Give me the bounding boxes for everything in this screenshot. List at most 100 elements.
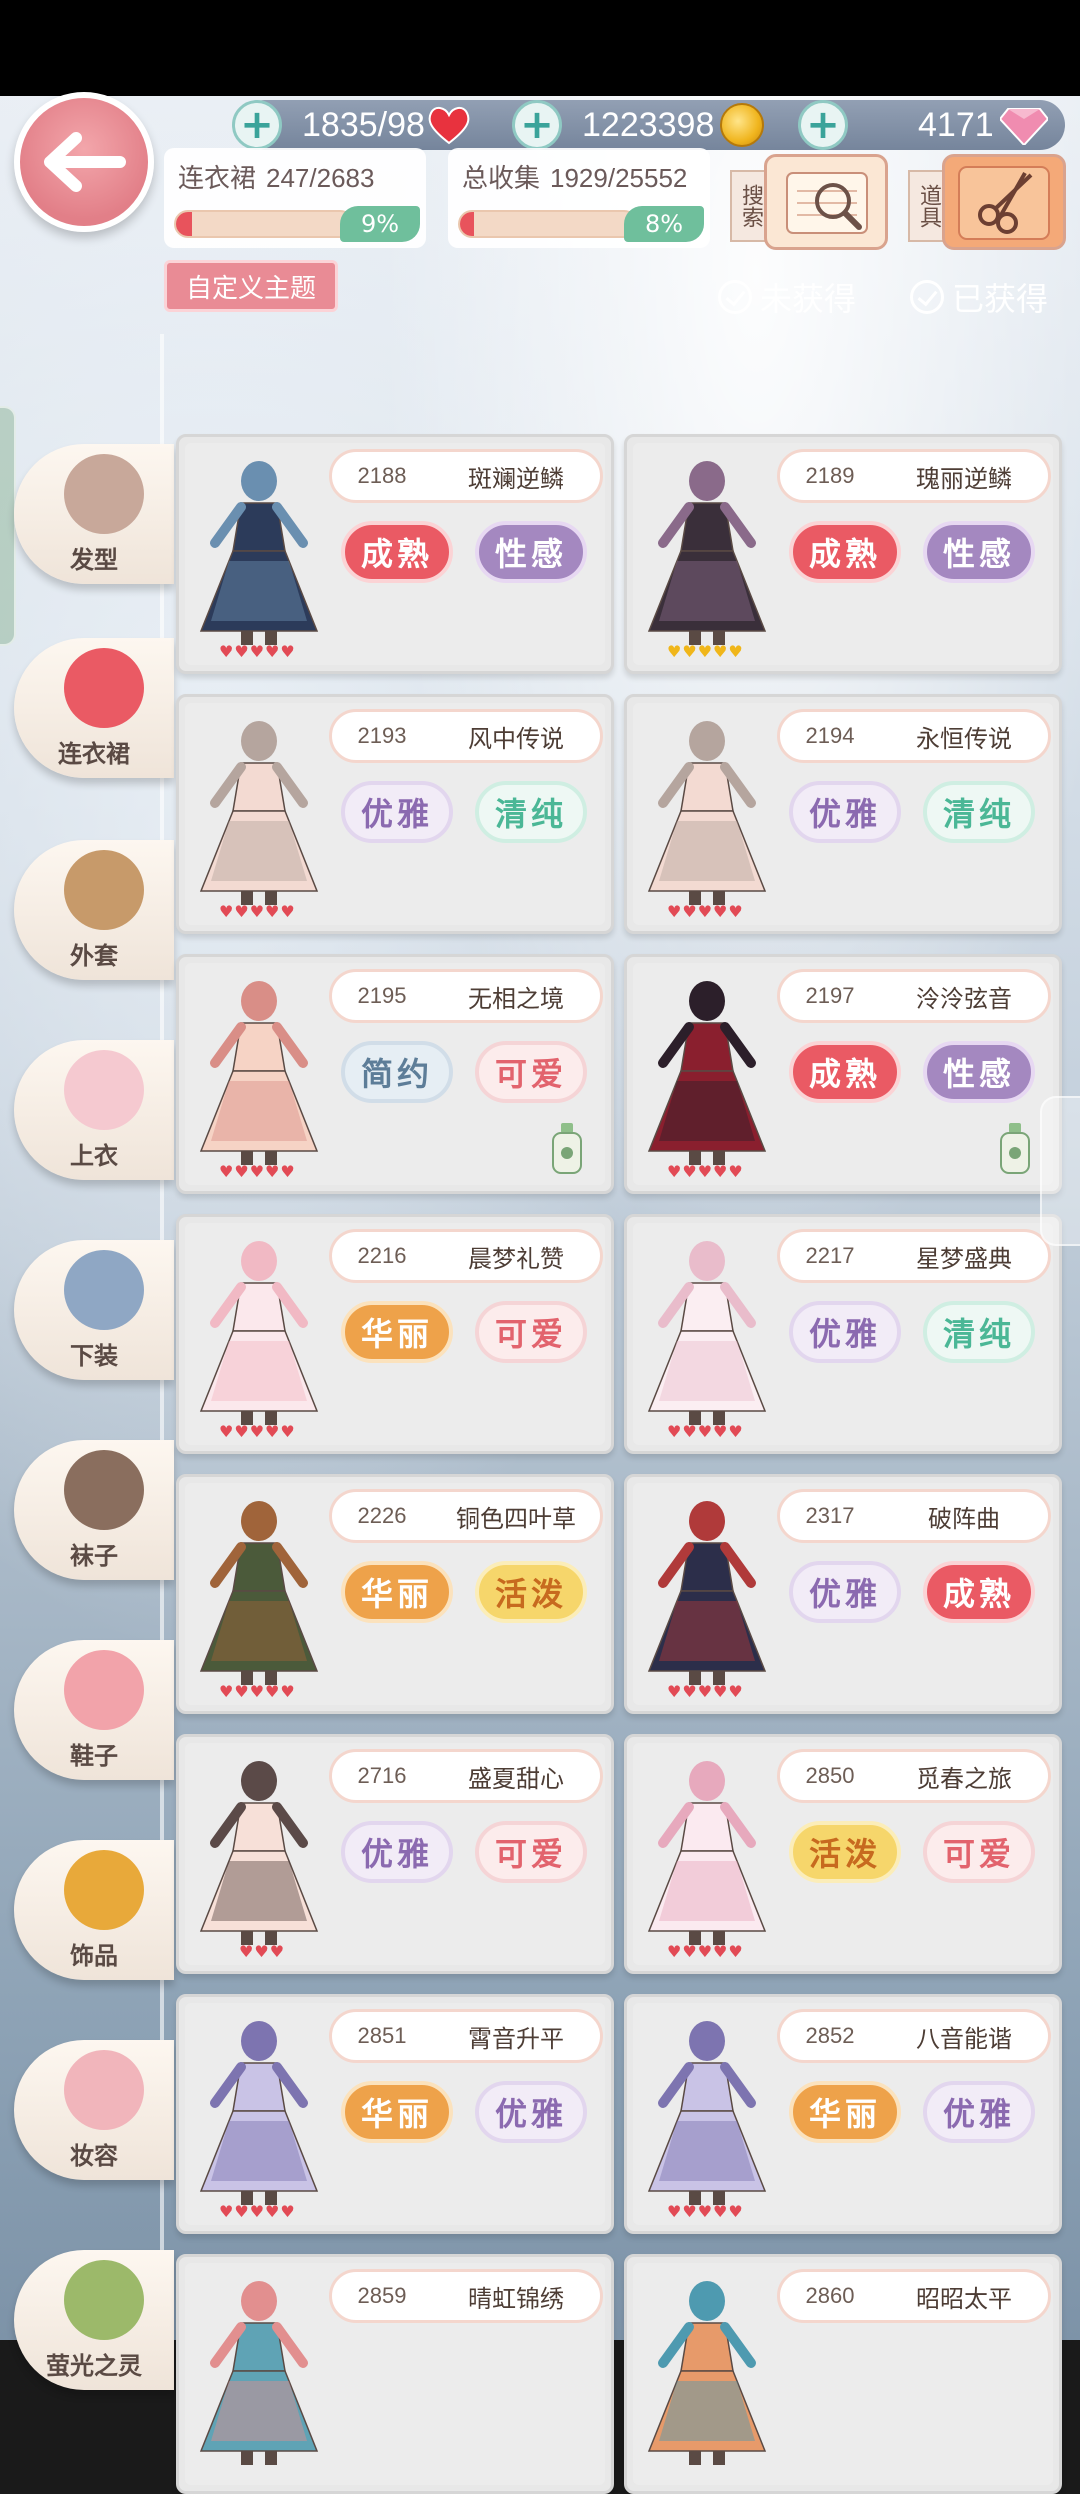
rarity-heart-icon: ♥ xyxy=(667,1682,683,1701)
rarity-heart-icon: ♥ xyxy=(249,1162,266,1181)
outfit-name: 铜色四叶草 xyxy=(456,1504,576,1533)
outfit-id: 2195 xyxy=(357,983,407,1008)
outfit-image xyxy=(199,2281,319,2465)
total-stat-value: 1929/25552 xyxy=(550,163,688,193)
card-title-bar: 2851 霄音升平 xyxy=(329,2009,603,2063)
outfit-card[interactable]: 2860 昭昭太平 xyxy=(624,2254,1062,2494)
category-tab-6[interactable]: 鞋子 xyxy=(14,1640,174,1780)
category-tab-5[interactable]: 袜子 xyxy=(14,1440,174,1580)
category-label: 妆容 xyxy=(70,2142,118,2170)
outfit-card[interactable]: 2217 星梦盛典 优雅 清纯 ♥♥♥♥♥ xyxy=(624,1214,1062,1454)
outfit-card[interactable]: 2852 八音能谐 华丽 优雅 ♥♥♥♥♥ xyxy=(624,1994,1062,2234)
outfit-card[interactable]: 2216 晨梦礼赞 华丽 可爱 ♥♥♥♥♥ xyxy=(176,1214,614,1454)
outfit-image xyxy=(199,2021,319,2205)
rarity-heart-icon: ♥ xyxy=(280,2202,296,2221)
add-stamina-button[interactable]: + xyxy=(232,100,282,150)
rarity-heart-icon: ♥ xyxy=(219,2202,235,2221)
rarity-heart-icon: ♥ xyxy=(249,2202,266,2221)
rarity-heart-icon: ♥ xyxy=(728,1682,744,1701)
style-tag: 成熟 xyxy=(789,521,901,583)
rarity-heart-icon: ♥ xyxy=(265,902,281,921)
category-tab-4[interactable]: 下装 xyxy=(14,1240,174,1380)
search-button[interactable]: 搜索 xyxy=(730,150,890,250)
rarity-hearts: ♥♥♥♥♥ xyxy=(667,1682,744,1701)
category-tab-9[interactable]: 萤光之灵 xyxy=(14,2250,174,2390)
outfit-card[interactable]: 2851 霄音升平 华丽 优雅 ♥♥♥♥♥ xyxy=(176,1994,614,2234)
style-tag: 优雅 xyxy=(789,1561,901,1623)
category-tab-7[interactable]: 饰品 xyxy=(14,1840,174,1980)
rarity-hearts: ♥♥♥♥♥ xyxy=(667,642,744,661)
filter-not-obtained-label: 未获得 xyxy=(760,280,857,318)
category-tab-0[interactable]: 发型 xyxy=(14,444,174,584)
card-title-bar: 2193 风中传说 xyxy=(329,709,603,763)
rarity-heart-icon: ♥ xyxy=(219,902,235,921)
scissors-icon xyxy=(958,166,1050,240)
rarity-heart-icon: ♥ xyxy=(280,1162,296,1181)
rarity-heart-icon: ♥ xyxy=(713,1942,729,1961)
rarity-heart-icon: ♥ xyxy=(697,1942,714,1961)
category-tab-1[interactable]: 连衣裙 xyxy=(14,638,174,778)
rarity-heart-icon: ♥ xyxy=(219,1162,235,1181)
rarity-heart-icon: ♥ xyxy=(667,2202,683,2221)
dress-stat-value: 247/2683 xyxy=(266,163,375,193)
outfit-image xyxy=(647,1241,767,1425)
back-button[interactable] xyxy=(14,92,154,232)
category-tab-2[interactable]: 外套 xyxy=(14,840,174,980)
checkmark-icon xyxy=(718,280,752,314)
dress-percent-badge: 9% xyxy=(340,206,420,242)
outfit-id: 2860 xyxy=(805,2283,855,2308)
outfit-image xyxy=(647,461,767,645)
rarity-heart-icon: ♥ xyxy=(682,1942,698,1961)
card-title-bar: 2226 铜色四叶草 xyxy=(329,1489,603,1543)
outfit-image xyxy=(199,1761,319,1945)
outfit-card[interactable]: 2317 破阵曲 优雅 成熟 ♥♥♥♥♥ xyxy=(624,1474,1062,1714)
rarity-heart-icon: ♥ xyxy=(249,902,266,921)
rarity-heart-icon: ♥ xyxy=(265,642,281,661)
category-label: 萤光之灵 xyxy=(46,2352,142,2380)
custom-theme-button[interactable]: 自定义主题 xyxy=(164,260,338,312)
filter-obtained-label: 已获得 xyxy=(952,280,1049,318)
rarity-heart-icon: ♥ xyxy=(682,902,698,921)
category-label: 连衣裙 xyxy=(58,740,130,768)
makeup-icon xyxy=(64,2050,144,2130)
rarity-heart-icon: ♥ xyxy=(713,642,729,661)
dye-bottle-icon[interactable] xyxy=(997,1121,1033,1177)
add-gems-button[interactable]: + xyxy=(798,100,848,150)
outfit-name: 星梦盛典 xyxy=(916,1244,1012,1273)
outfit-card[interactable]: 2850 觅春之旅 活泼 可爱 ♥♥♥♥♥ xyxy=(624,1734,1062,1974)
outfit-image xyxy=(199,461,319,645)
rarity-hearts: ♥♥♥♥♥ xyxy=(667,902,744,921)
filter-obtained[interactable]: 已获得 xyxy=(910,274,1048,320)
outfit-id: 2850 xyxy=(805,1763,855,1788)
category-tab-8[interactable]: 妆容 xyxy=(14,2040,174,2180)
outfit-card[interactable]: 2194 永恒传说 优雅 清纯 ♥♥♥♥♥ xyxy=(624,694,1062,934)
outfit-card[interactable]: 2716 盛夏甜心 优雅 可爱 ♥♥♥ xyxy=(176,1734,614,1974)
outfit-card[interactable]: 2193 风中传说 优雅 清纯 ♥♥♥♥♥ xyxy=(176,694,614,934)
side-drawer-handle[interactable] xyxy=(0,406,16,646)
outfit-card[interactable]: 2197 泠泠弦音 成熟 性感 ♥♥♥♥♥ xyxy=(624,954,1062,1194)
add-coins-button[interactable]: + xyxy=(512,100,562,150)
category-tab-3[interactable]: 上衣 xyxy=(14,1040,174,1180)
outfit-card[interactable]: 2188 斑斓逆鳞 成熟 性感 ♥♥♥♥♥ xyxy=(176,434,614,674)
outfit-id: 2859 xyxy=(357,2283,407,2308)
style-tag: 成熟 xyxy=(923,1561,1035,1623)
outfit-card[interactable]: 2226 铜色四叶草 华丽 活泼 ♥♥♥♥♥ xyxy=(176,1474,614,1714)
card-title-bar: 2188 斑斓逆鳞 xyxy=(329,449,603,503)
side-drawer-handle-right[interactable] xyxy=(1040,1096,1080,1246)
filter-not-obtained[interactable]: 未获得 xyxy=(718,274,856,320)
outfit-card[interactable]: 2859 晴虹锦绣 xyxy=(176,2254,614,2494)
rarity-heart-icon: ♥ xyxy=(234,1162,250,1181)
style-tag: 华丽 xyxy=(341,1301,453,1363)
coin-icon xyxy=(720,103,765,147)
rarity-heart-icon: ♥ xyxy=(713,2202,729,2221)
outfit-card[interactable]: 2189 瑰丽逆鳞 成熟 性感 ♥♥♥♥♥ xyxy=(624,434,1062,674)
outfit-id: 2188 xyxy=(357,463,407,488)
rarity-heart-icon: ♥ xyxy=(667,1942,683,1961)
dye-bottle-icon[interactable] xyxy=(549,1121,585,1177)
total-progress-fill xyxy=(460,212,475,236)
items-button[interactable]: 道具 xyxy=(908,150,1068,250)
style-tag: 优雅 xyxy=(789,781,901,843)
outfit-card[interactable]: 2195 无相之境 简约 可爱 ♥♥♥♥♥ xyxy=(176,954,614,1194)
style-tag: 可爱 xyxy=(475,1301,587,1363)
stamina-counter: + 1835/98 xyxy=(232,100,471,150)
